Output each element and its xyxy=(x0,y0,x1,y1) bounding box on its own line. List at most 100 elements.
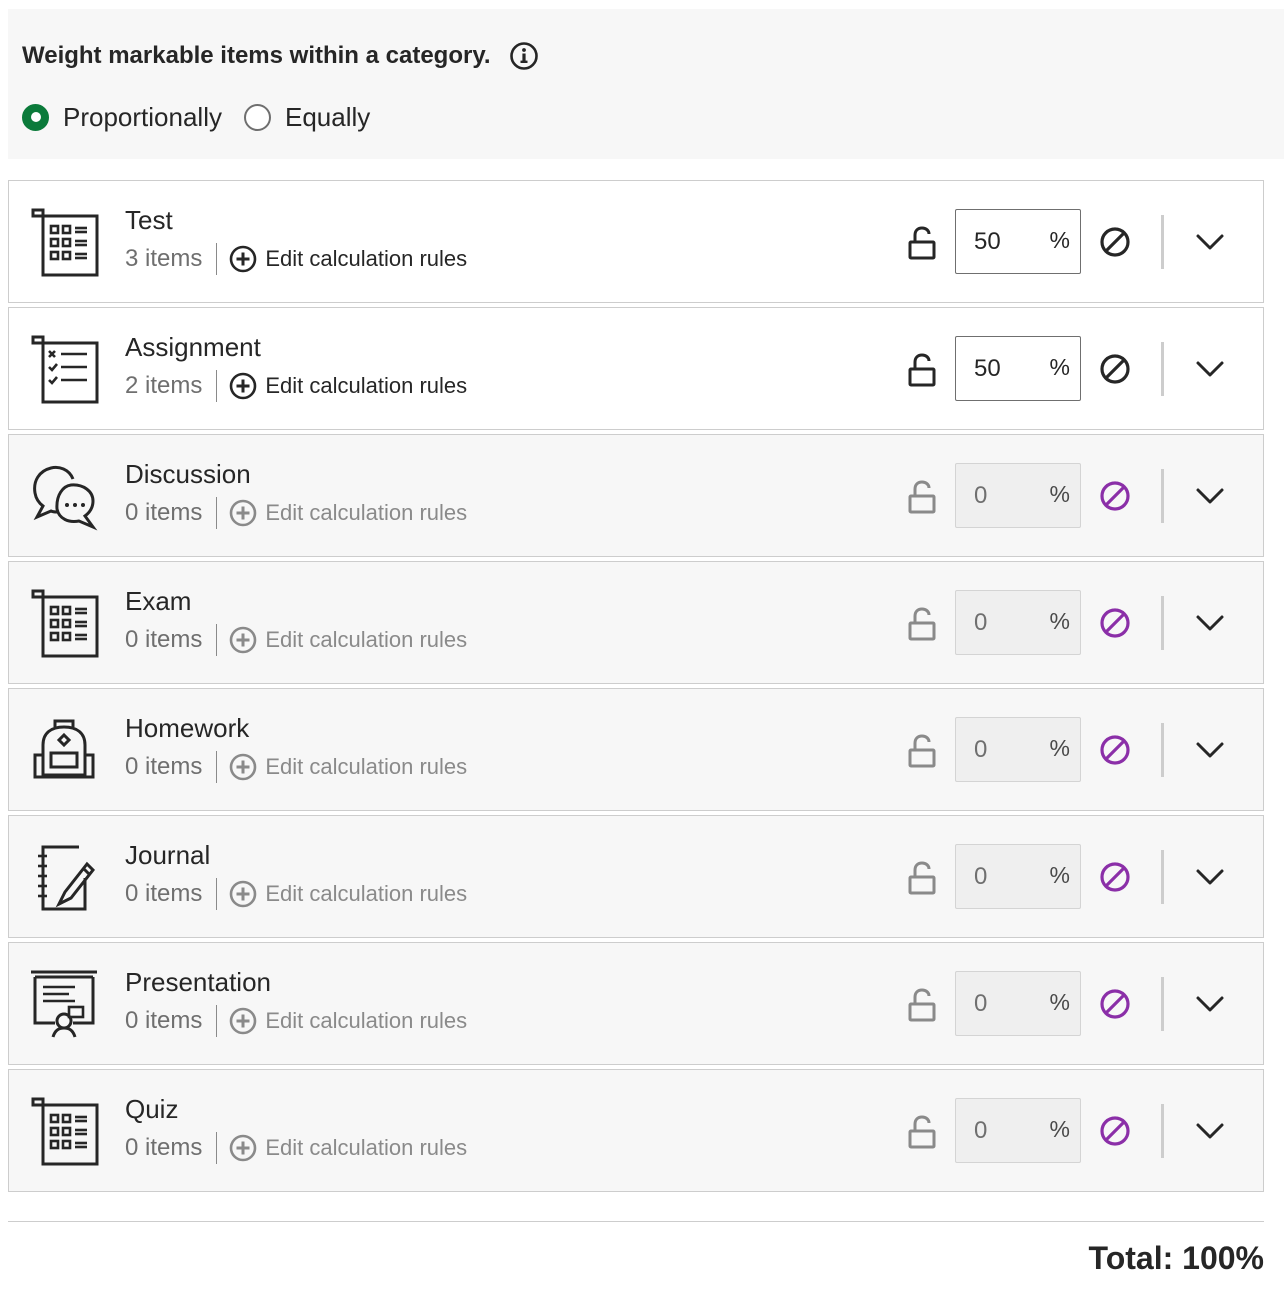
weight-field: % xyxy=(955,463,1081,528)
radio-proportionally-circle[interactable] xyxy=(22,103,49,131)
edit-calculation-rules-label[interactable]: Edit calculation rules xyxy=(265,1008,467,1034)
unlock-icon[interactable] xyxy=(907,480,937,514)
category-name: Assignment xyxy=(125,332,261,362)
edit-calculation-rules-label[interactable]: Edit calculation rules xyxy=(265,500,467,526)
edit-calculation-rules-button[interactable]: Edit calculation rules xyxy=(229,753,467,781)
unlock-icon[interactable] xyxy=(907,1115,937,1149)
edit-calculation-rules-button[interactable]: Edit calculation rules xyxy=(229,499,467,527)
meta-divider xyxy=(216,370,218,402)
unlock-icon[interactable] xyxy=(907,607,937,641)
item-count: 0 items xyxy=(125,880,203,907)
item-count: 0 items xyxy=(125,753,203,780)
radio-proportionally-label[interactable]: Proportionally xyxy=(63,102,222,133)
edit-calculation-rules-button[interactable]: Edit calculation rules xyxy=(229,626,467,654)
weighting-panel: Weight markable items within a category.… xyxy=(8,9,1284,159)
weighting-radio-group: Proportionally Equally xyxy=(22,100,392,134)
edit-calculation-rules-button[interactable]: Edit calculation rules xyxy=(229,880,467,908)
weight-input[interactable] xyxy=(956,591,1046,654)
category-meta: 0 items Edit calculation rules xyxy=(125,624,467,656)
edit-calculation-rules-label[interactable]: Edit calculation rules xyxy=(265,754,467,780)
edit-calculation-rules-button[interactable]: Edit calculation rules xyxy=(229,1007,467,1035)
weight-input[interactable] xyxy=(956,464,1046,527)
category-row-homework: Homework 0 items Edit calculation rules% xyxy=(8,688,1264,811)
backpack-icon xyxy=(29,715,99,785)
chevron-down-icon[interactable] xyxy=(1193,860,1227,894)
edit-calculation-rules-label[interactable]: Edit calculation rules xyxy=(265,246,467,272)
row-divider xyxy=(1161,469,1164,523)
edit-calculation-rules-label[interactable]: Edit calculation rules xyxy=(265,881,467,907)
exclude-icon[interactable] xyxy=(1098,733,1132,767)
chevron-down-icon[interactable] xyxy=(1193,987,1227,1021)
edit-calculation-rules-label[interactable]: Edit calculation rules xyxy=(265,627,467,653)
chevron-down-icon[interactable] xyxy=(1193,479,1227,513)
weight-input[interactable] xyxy=(956,972,1046,1035)
edit-calculation-rules-button[interactable]: Edit calculation rules xyxy=(229,1134,467,1162)
row-divider xyxy=(1161,977,1164,1031)
weight-field: % xyxy=(955,1098,1081,1163)
chevron-down-icon[interactable] xyxy=(1193,733,1227,767)
radio-proportionally[interactable]: Proportionally xyxy=(22,102,222,133)
percent-sign: % xyxy=(1049,989,1070,1015)
plus-circle-icon xyxy=(229,626,257,654)
unlock-icon[interactable] xyxy=(907,734,937,768)
row-divider xyxy=(1161,215,1164,269)
category-meta: 2 items Edit calculation rules xyxy=(125,370,467,402)
item-count: 0 items xyxy=(125,499,203,526)
edit-calculation-rules-button[interactable]: Edit calculation rules xyxy=(229,372,467,400)
weight-input[interactable] xyxy=(956,337,1046,400)
weight-field: % xyxy=(955,717,1081,782)
radio-equally-circle[interactable] xyxy=(243,103,271,131)
info-icon[interactable] xyxy=(509,41,539,71)
chevron-down-icon[interactable] xyxy=(1193,352,1227,386)
weight-input[interactable] xyxy=(956,1099,1046,1162)
test-icon xyxy=(29,207,99,277)
category-meta: 0 items Edit calculation rules xyxy=(125,1005,467,1037)
exclude-icon[interactable] xyxy=(1098,225,1132,259)
category-name: Homework xyxy=(125,713,250,743)
exclude-icon[interactable] xyxy=(1098,860,1132,894)
journal-icon xyxy=(29,842,99,912)
plus-circle-icon xyxy=(229,1007,257,1035)
edit-calculation-rules-label[interactable]: Edit calculation rules xyxy=(265,373,467,399)
category-name: Quiz xyxy=(125,1094,179,1124)
unlock-icon[interactable] xyxy=(907,988,937,1022)
chevron-down-icon[interactable] xyxy=(1193,1114,1227,1148)
chevron-down-icon[interactable] xyxy=(1193,606,1227,640)
category-name: Journal xyxy=(125,840,211,870)
meta-divider xyxy=(216,1005,218,1037)
item-count: 0 items xyxy=(125,1134,203,1161)
exclude-icon[interactable] xyxy=(1098,987,1132,1021)
category-meta: 0 items Edit calculation rules xyxy=(125,497,467,529)
category-row-test: Test 3 items Edit calculation rules% xyxy=(8,180,1264,303)
plus-circle-icon xyxy=(229,880,257,908)
category-row-presentation: Presentation 0 items Edit calculation rule… xyxy=(8,942,1264,1065)
plus-circle-icon xyxy=(229,245,257,273)
unlock-icon[interactable] xyxy=(907,353,937,387)
edit-calculation-rules-button[interactable]: Edit calculation rules xyxy=(229,245,467,273)
assignment-icon xyxy=(29,334,99,404)
weight-input[interactable] xyxy=(956,210,1046,273)
category-row-exam: Exam 0 items Edit calculation rules% xyxy=(8,561,1264,684)
category-name: Test xyxy=(125,205,173,235)
exclude-icon[interactable] xyxy=(1098,479,1132,513)
exclude-icon[interactable] xyxy=(1098,1114,1132,1148)
edit-calculation-rules-label[interactable]: Edit calculation rules xyxy=(265,1135,467,1161)
total-weight: Total: 100% xyxy=(1088,1240,1264,1276)
radio-equally-label[interactable]: Equally xyxy=(285,102,370,133)
weight-input[interactable] xyxy=(956,718,1046,781)
weight-input[interactable] xyxy=(956,845,1046,908)
row-divider xyxy=(1161,723,1164,777)
category-meta: 3 items Edit calculation rules xyxy=(125,243,467,275)
exclude-icon[interactable] xyxy=(1098,606,1132,640)
meta-divider xyxy=(216,751,218,783)
unlock-icon[interactable] xyxy=(907,861,937,895)
unlock-icon[interactable] xyxy=(907,226,937,260)
percent-sign: % xyxy=(1049,608,1070,634)
chevron-down-icon[interactable] xyxy=(1193,225,1227,259)
item-count: 3 items xyxy=(125,245,203,272)
category-row-quiz: Quiz 0 items Edit calculation rules% xyxy=(8,1069,1264,1192)
row-divider xyxy=(1161,1104,1164,1158)
radio-equally[interactable]: Equally xyxy=(243,102,370,133)
category-meta: 0 items Edit calculation rules xyxy=(125,751,467,783)
exclude-icon[interactable] xyxy=(1098,352,1132,386)
